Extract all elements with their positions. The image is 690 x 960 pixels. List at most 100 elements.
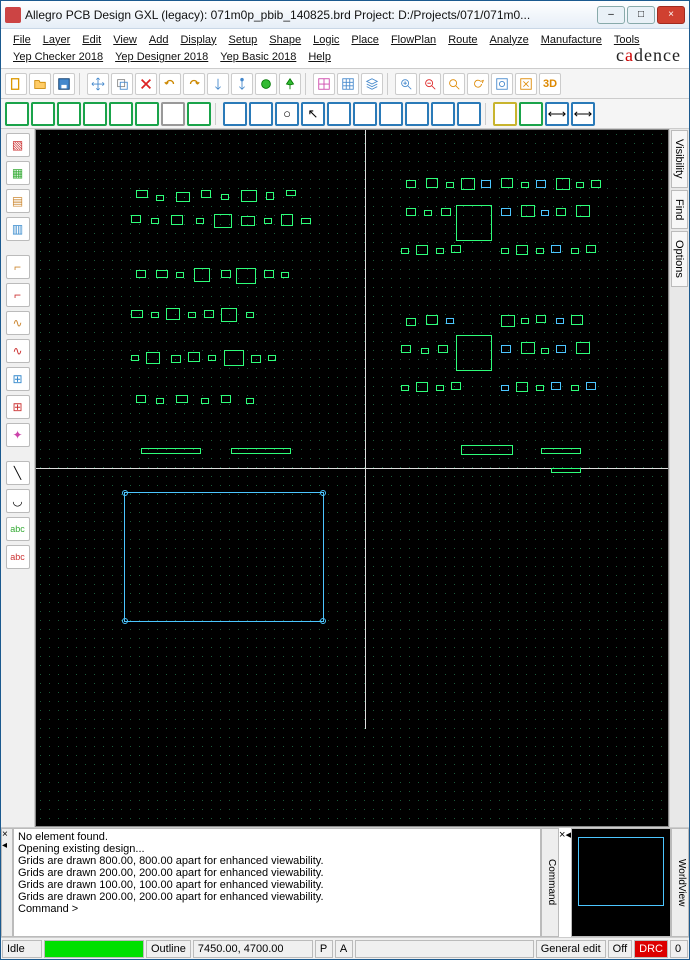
component[interactable]: [224, 350, 244, 366]
component[interactable]: [188, 312, 196, 318]
anchor1-button[interactable]: [207, 73, 229, 95]
component[interactable]: [171, 355, 181, 363]
minimize-button[interactable]: –: [597, 6, 625, 24]
lt-line[interactable]: ╲: [6, 461, 30, 485]
component[interactable]: [176, 272, 184, 278]
shape-d-button[interactable]: [405, 102, 429, 126]
component[interactable]: [194, 268, 210, 282]
component[interactable]: [214, 214, 232, 228]
component[interactable]: [156, 398, 164, 404]
log-prompt[interactable]: Command >: [18, 903, 536, 915]
command-tab[interactable]: Command: [541, 828, 559, 937]
undo-button[interactable]: [159, 73, 181, 95]
component[interactable]: [516, 382, 528, 392]
component[interactable]: [131, 355, 139, 361]
component[interactable]: [501, 248, 509, 254]
menu-display[interactable]: Display: [174, 32, 222, 48]
lt-text2[interactable]: abc: [6, 545, 30, 569]
component[interactable]: [264, 218, 272, 224]
component[interactable]: [501, 345, 511, 353]
component[interactable]: [521, 342, 535, 354]
layer-6-button[interactable]: [135, 102, 159, 126]
component[interactable]: [586, 245, 596, 253]
layer-1-button[interactable]: [5, 102, 29, 126]
component[interactable]: [201, 398, 209, 404]
component[interactable]: [521, 318, 529, 324]
component[interactable]: [401, 385, 409, 391]
shape-poly-button[interactable]: [249, 102, 273, 126]
component[interactable]: [521, 182, 529, 188]
command-log[interactable]: No element found. Opening existing desig…: [13, 828, 541, 937]
component[interactable]: [481, 180, 491, 188]
component[interactable]: [301, 218, 311, 224]
lt-3[interactable]: ▤: [6, 189, 30, 213]
worldview-tab[interactable]: WorldView: [671, 828, 689, 937]
component[interactable]: [426, 178, 438, 188]
grid2-button[interactable]: [337, 73, 359, 95]
copy-button[interactable]: [111, 73, 133, 95]
component[interactable]: [241, 216, 255, 226]
component[interactable]: [221, 308, 237, 322]
component[interactable]: [541, 348, 549, 354]
component[interactable]: [281, 214, 293, 226]
menu-file[interactable]: File: [7, 32, 37, 48]
component[interactable]: [501, 208, 511, 216]
layer-3-button[interactable]: [57, 102, 81, 126]
component[interactable]: [556, 178, 570, 190]
component[interactable]: [576, 182, 584, 188]
component[interactable]: [188, 352, 200, 362]
component[interactable]: [246, 312, 254, 318]
component[interactable]: [421, 348, 429, 354]
component[interactable]: [586, 382, 596, 390]
component[interactable]: [171, 215, 183, 225]
shape-c-button[interactable]: [379, 102, 403, 126]
lt-route4[interactable]: ∿: [6, 339, 30, 363]
component[interactable]: [521, 205, 535, 217]
new-button[interactable]: [5, 73, 27, 95]
grid1-button[interactable]: [313, 73, 335, 95]
connector[interactable]: [551, 468, 581, 473]
component[interactable]: [551, 245, 561, 253]
component[interactable]: [556, 208, 566, 216]
component[interactable]: [501, 315, 515, 327]
component[interactable]: [576, 205, 590, 217]
shape-f-button[interactable]: [457, 102, 481, 126]
component[interactable]: [166, 308, 180, 320]
redo-button[interactable]: [183, 73, 205, 95]
component[interactable]: [501, 178, 513, 188]
delete-button[interactable]: [135, 73, 157, 95]
menu-layer[interactable]: Layer: [37, 32, 77, 48]
layers-button[interactable]: [361, 73, 383, 95]
component[interactable]: [251, 355, 261, 363]
component[interactable]: [461, 178, 475, 190]
connector[interactable]: [141, 448, 201, 454]
component[interactable]: [151, 218, 159, 224]
component[interactable]: [281, 272, 289, 278]
component[interactable]: [221, 270, 231, 278]
component[interactable]: [416, 245, 428, 255]
component[interactable]: [176, 395, 188, 403]
lt-route6[interactable]: ⊞: [6, 395, 30, 419]
select-button[interactable]: ↖: [301, 102, 325, 126]
component[interactable]: [204, 310, 214, 318]
component[interactable]: [221, 395, 231, 403]
menu-yep-basic[interactable]: Yep Basic 2018: [214, 49, 302, 65]
menu-flowplan[interactable]: FlowPlan: [385, 32, 442, 48]
component[interactable]: [401, 345, 411, 353]
layer-4-button[interactable]: [83, 102, 107, 126]
open-button[interactable]: [29, 73, 51, 95]
menu-manufacture[interactable]: Manufacture: [535, 32, 608, 48]
ic-large[interactable]: [456, 205, 492, 241]
wv-close[interactable]: ×◂: [559, 828, 571, 937]
tab-visibility[interactable]: Visibility: [671, 130, 688, 188]
menu-help[interactable]: Help: [302, 49, 337, 65]
lt-snap[interactable]: ✦: [6, 423, 30, 447]
shape-e-button[interactable]: [431, 102, 455, 126]
component[interactable]: [131, 215, 141, 223]
refresh-button[interactable]: [515, 73, 537, 95]
component[interactable]: [556, 318, 564, 324]
lt-route2[interactable]: ⌐: [6, 283, 30, 307]
close-button[interactable]: ×: [657, 6, 685, 24]
titlebar[interactable]: Allegro PCB Design GXL (legacy): 071m0p_…: [1, 1, 689, 29]
tab-options[interactable]: Options: [671, 231, 688, 287]
